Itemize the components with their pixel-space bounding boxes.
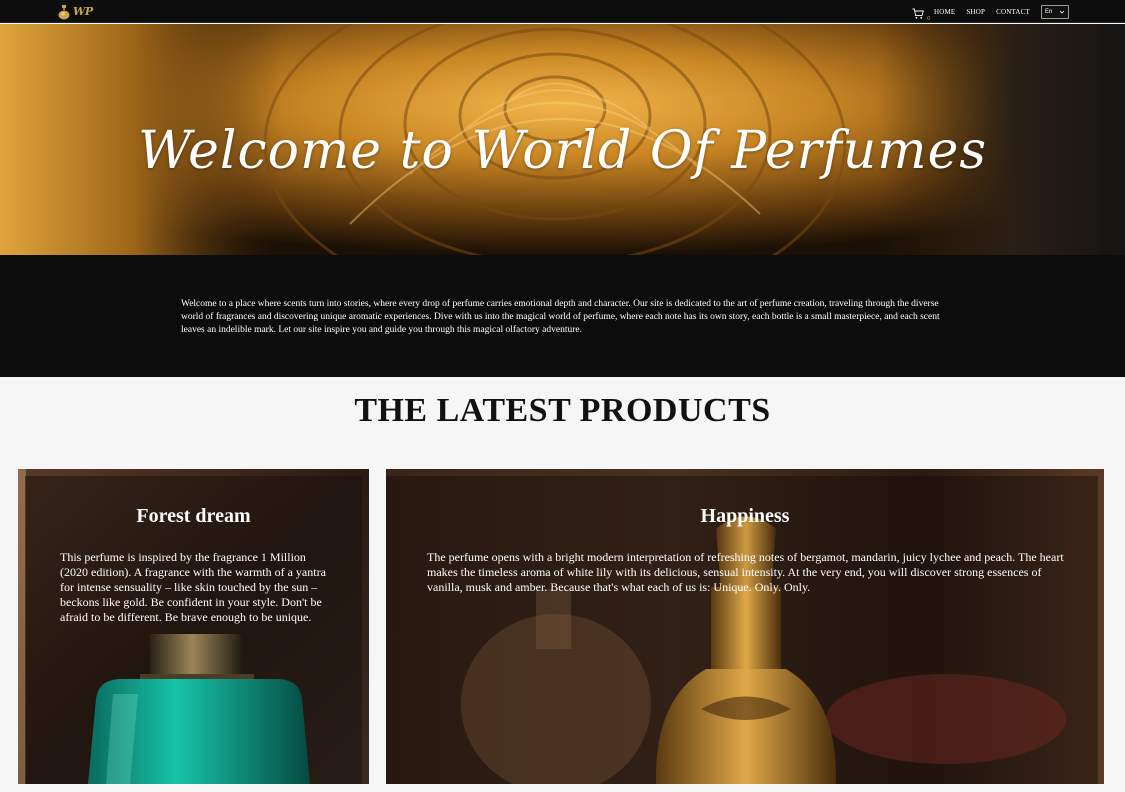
intro-section: Welcome to a place where scents turn int… (0, 255, 1125, 377)
language-select[interactable]: En (1041, 4, 1069, 19)
logo-text: WP (73, 5, 93, 18)
cart-icon (912, 8, 924, 19)
chevron-down-icon (1059, 10, 1065, 14)
perfume-logo-icon (58, 4, 70, 19)
product-card-forest-dream[interactable]: Forest dream This perfume is inspired by… (18, 469, 369, 784)
product-description: The perfume opens with a bright modern i… (427, 550, 1064, 594)
product-card-happiness[interactable]: Happiness The perfume opens with a brigh… (386, 469, 1104, 784)
nav-link-home[interactable]: HOME (934, 8, 955, 16)
site-logo[interactable]: WP (57, 3, 93, 20)
hero-title: Welcome to World Of Perfumes (137, 121, 988, 181)
nav-link-contact[interactable]: CONTACT (996, 8, 1030, 16)
nav-right: 0 HOME SHOP CONTACT En (912, 4, 1069, 22)
cart-button[interactable]: 0 (912, 5, 930, 22)
product-title: Happiness (700, 505, 790, 527)
hero-banner: Welcome to World Of Perfumes (0, 24, 1125, 255)
cart-count-badge: 0 (927, 15, 930, 22)
product-description: This perfume is inspired by the fragranc… (60, 550, 326, 624)
product-title: Forest dream (136, 505, 251, 527)
nav-link-shop[interactable]: SHOP (966, 8, 985, 16)
latest-products-heading: THE LATEST PRODUCTS (354, 392, 771, 429)
top-navbar: WP 0 HOME SHOP CONTACT En (0, 0, 1125, 23)
intro-text: Welcome to a place where scents turn int… (181, 299, 940, 335)
language-value: En (1045, 8, 1053, 15)
